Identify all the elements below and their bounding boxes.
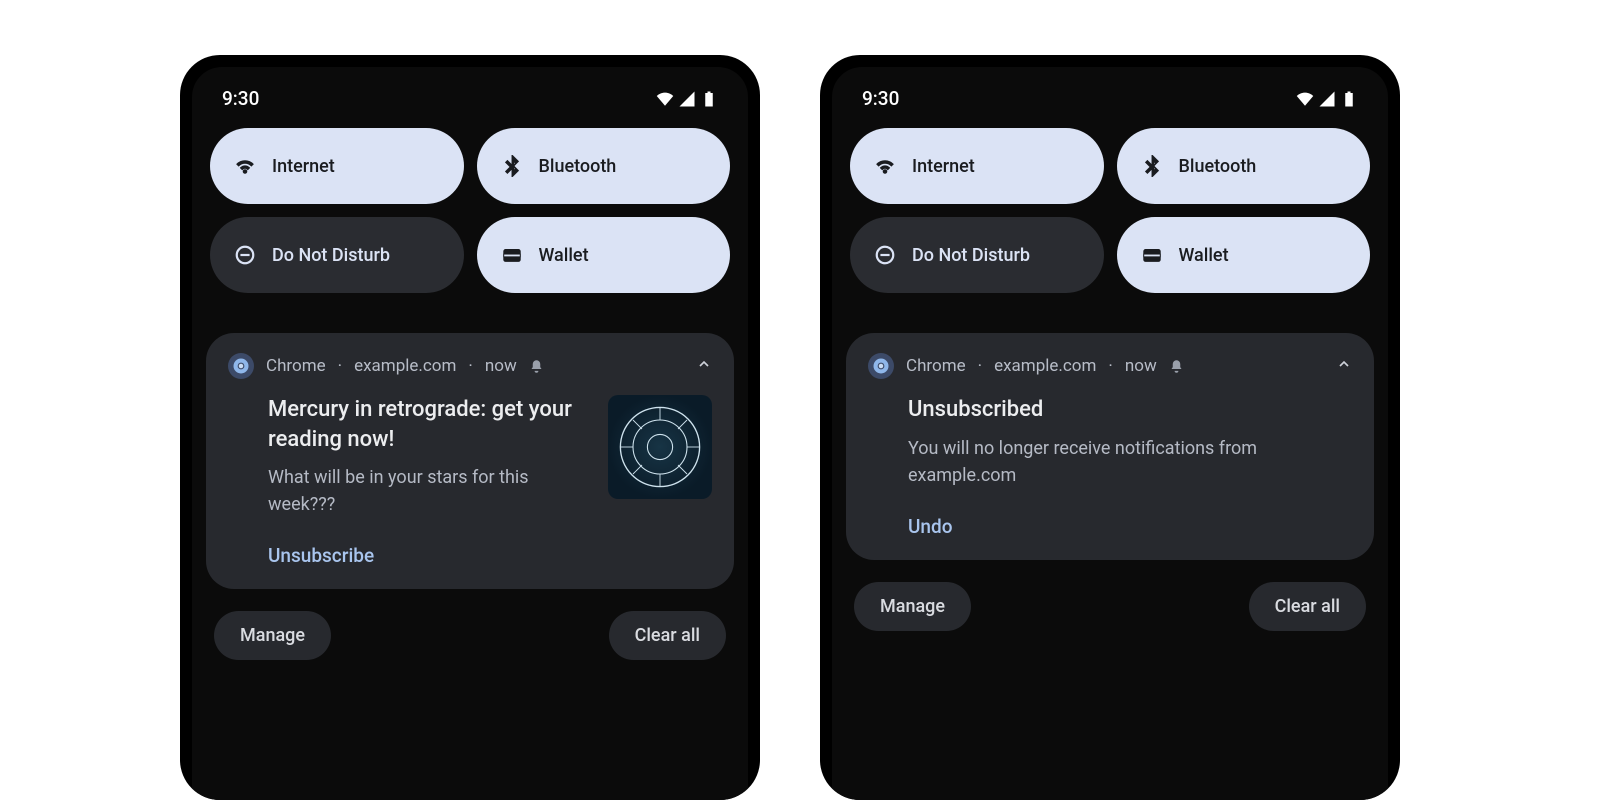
shade-footer: Manage Clear all — [846, 560, 1374, 631]
manage-button[interactable]: Manage — [214, 611, 331, 660]
battery-icon — [700, 90, 718, 108]
wallet-icon — [501, 244, 523, 266]
notification-subtitle: What will be in your stars for this week… — [268, 464, 590, 518]
collapse-chevron-icon[interactable] — [696, 356, 712, 377]
screen: 9:30 Internet Bluetooth Do Not Disturb W… — [832, 67, 1388, 800]
notification-text: Mercury in retrograde: get your reading … — [268, 395, 590, 518]
wallet-icon — [1141, 244, 1163, 266]
qs-label: Do Not Disturb — [912, 245, 1030, 266]
separator-dot: · — [338, 356, 342, 376]
notification-card[interactable]: Chrome · example.com · now Mercury in re… — [206, 333, 734, 589]
clock: 9:30 — [222, 87, 259, 110]
bell-icon — [1169, 359, 1184, 374]
shade-footer: Manage Clear all — [206, 589, 734, 660]
notification-body: Unsubscribed You will no longer receive … — [868, 395, 1352, 489]
signal-icon — [678, 90, 696, 108]
clear-all-button[interactable]: Clear all — [609, 611, 726, 660]
bluetooth-icon — [501, 155, 523, 177]
notification-title: Mercury in retrograde: get your reading … — [268, 395, 590, 454]
clear-all-button[interactable]: Clear all — [1249, 582, 1366, 631]
notification-header: Chrome · example.com · now — [868, 353, 1352, 379]
screen: 9:30 Internet Bluetooth Do Not Disturb W… — [192, 67, 748, 800]
wifi-icon — [656, 90, 674, 108]
notification-site: example.com — [354, 356, 456, 376]
qs-label: Wallet — [1179, 245, 1229, 266]
notification-text: Unsubscribed You will no longer receive … — [908, 395, 1352, 489]
status-icons — [1296, 90, 1358, 108]
notification-site: example.com — [994, 356, 1096, 376]
separator-dot: · — [978, 356, 982, 376]
notification-title: Unsubscribed — [908, 395, 1352, 425]
qs-wallet[interactable]: Wallet — [1117, 217, 1371, 293]
wifi-icon — [1296, 90, 1314, 108]
undo-button[interactable]: Undo — [868, 515, 1352, 538]
notification-card[interactable]: Chrome · example.com · now Unsubscribed … — [846, 333, 1374, 560]
phone-right: 9:30 Internet Bluetooth Do Not Disturb W… — [820, 55, 1400, 800]
qs-label: Internet — [912, 156, 975, 177]
qs-bluetooth[interactable]: Bluetooth — [477, 128, 731, 204]
manage-button[interactable]: Manage — [854, 582, 971, 631]
notification-app: Chrome — [266, 356, 326, 376]
status-icons — [656, 90, 718, 108]
phone-left: 9:30 Internet Bluetooth Do Not Disturb W… — [180, 55, 760, 800]
notification-app: Chrome — [906, 356, 966, 376]
qs-bluetooth[interactable]: Bluetooth — [1117, 128, 1371, 204]
notification-time: now — [1125, 356, 1157, 376]
bell-icon — [529, 359, 544, 374]
notification-header: Chrome · example.com · now — [228, 353, 712, 379]
qs-label: Bluetooth — [539, 156, 617, 177]
separator-dot: · — [468, 356, 472, 376]
dnd-icon — [234, 244, 256, 266]
chrome-icon — [868, 353, 894, 379]
notification-subtitle: You will no longer receive notifications… — [908, 435, 1352, 489]
separator-dot: · — [1108, 356, 1112, 376]
notification-time: now — [485, 356, 517, 376]
qs-label: Do Not Disturb — [272, 245, 390, 266]
unsubscribe-button[interactable]: Unsubscribe — [228, 544, 712, 567]
qs-label: Bluetooth — [1179, 156, 1257, 177]
battery-icon — [1340, 90, 1358, 108]
clock: 9:30 — [862, 87, 899, 110]
quick-settings: Internet Bluetooth Do Not Disturb Wallet — [846, 128, 1374, 293]
status-bar: 9:30 — [846, 83, 1374, 128]
bluetooth-icon — [1141, 155, 1163, 177]
qs-internet[interactable]: Internet — [850, 128, 1104, 204]
notification-body: Mercury in retrograde: get your reading … — [228, 395, 712, 518]
collapse-chevron-icon[interactable] — [1336, 356, 1352, 377]
qs-internet[interactable]: Internet — [210, 128, 464, 204]
wifi-icon — [234, 155, 256, 177]
qs-wallet[interactable]: Wallet — [477, 217, 731, 293]
qs-label: Internet — [272, 156, 335, 177]
chrome-icon — [228, 353, 254, 379]
quick-settings: Internet Bluetooth Do Not Disturb Wallet — [206, 128, 734, 293]
qs-label: Wallet — [539, 245, 589, 266]
qs-dnd[interactable]: Do Not Disturb — [850, 217, 1104, 293]
qs-dnd[interactable]: Do Not Disturb — [210, 217, 464, 293]
status-bar: 9:30 — [206, 83, 734, 128]
notification-thumbnail — [608, 395, 712, 499]
wifi-icon — [874, 155, 896, 177]
signal-icon — [1318, 90, 1336, 108]
zodiac-wheel-icon — [615, 402, 705, 492]
dnd-icon — [874, 244, 896, 266]
